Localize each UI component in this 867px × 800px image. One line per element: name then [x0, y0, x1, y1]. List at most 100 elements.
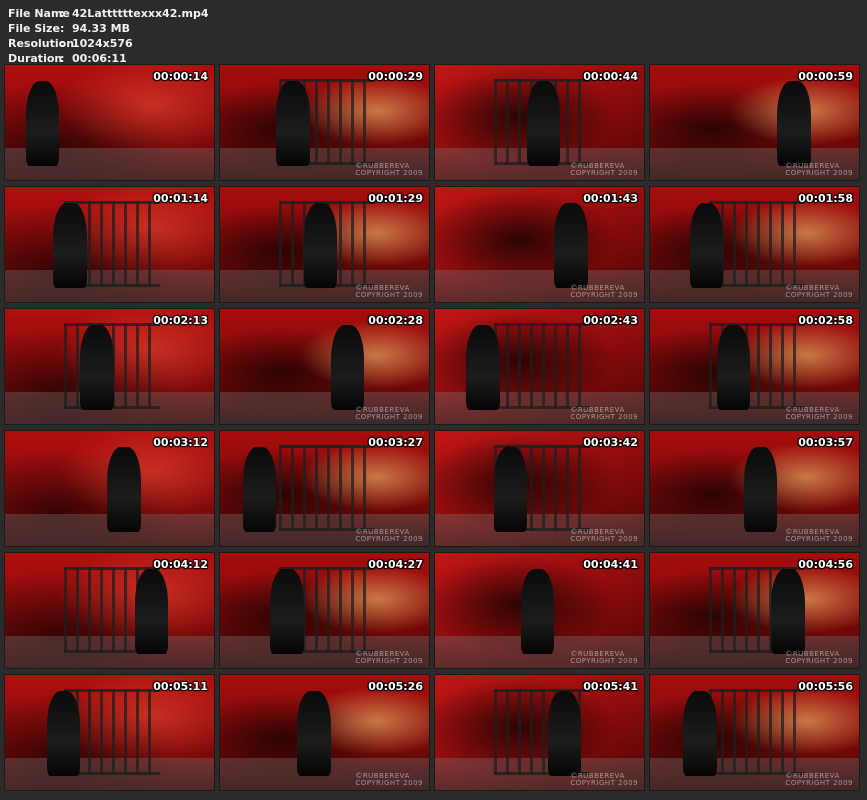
- thumbnail-timestamp: 00:04:27: [368, 558, 423, 571]
- scene-figure: [303, 203, 338, 289]
- video-thumbnail[interactable]: 00:05:41 ©RUBBEREVA COPYRIGHT 2009: [434, 674, 645, 791]
- watermark-copyright: COPYRIGHT 2009: [570, 169, 638, 177]
- resolution-row: Resolution : 1024x576: [8, 36, 209, 51]
- thumbnail-timestamp: 00:02:28: [368, 314, 423, 327]
- scene-figure: [107, 447, 141, 533]
- video-thumbnail[interactable]: 00:04:12: [4, 552, 215, 669]
- scene-figure: [242, 447, 277, 533]
- watermark-copyright: COPYRIGHT 2009: [785, 169, 853, 177]
- watermark-copyright: COPYRIGHT 2009: [570, 779, 638, 787]
- scene-figure: [493, 447, 527, 533]
- video-thumbnail[interactable]: 00:00:14: [4, 64, 215, 181]
- file-info-panel: File Name : 42Lattttttexxx42.mp4 File Si…: [8, 6, 209, 66]
- watermark-copyright: COPYRIGHT 2009: [570, 291, 638, 299]
- video-thumbnail[interactable]: 00:03:27 ©RUBBEREVA COPYRIGHT 2009: [219, 430, 430, 547]
- thumbnail-watermark: ©RUBBEREVA COPYRIGHT 2009: [785, 651, 853, 665]
- watermark-copyright: COPYRIGHT 2009: [785, 779, 853, 787]
- resolution-label: Resolution: [8, 37, 75, 50]
- file-name-separator: :: [60, 7, 65, 20]
- thumbnail-watermark: ©RUBBEREVA COPYRIGHT 2009: [355, 651, 423, 665]
- thumbnail-timestamp: 00:00:59: [798, 70, 853, 83]
- watermark-copyright: COPYRIGHT 2009: [570, 413, 638, 421]
- scene-figure: [134, 569, 169, 655]
- watermark-copyright: COPYRIGHT 2009: [785, 291, 853, 299]
- thumbnail-timestamp: 00:04:12: [153, 558, 208, 571]
- thumbnail-grid: 00:00:14 00:00:29 ©RUBBEREVA COPYRIGHT 2009…: [4, 64, 866, 798]
- thumbnail-watermark: ©RUBBEREVA COPYRIGHT 2009: [355, 285, 423, 299]
- video-thumbnail[interactable]: 00:04:27 ©RUBBEREVA COPYRIGHT 2009: [219, 552, 430, 669]
- video-thumbnail[interactable]: 00:03:57 ©RUBBEREVA COPYRIGHT 2009: [649, 430, 860, 547]
- thumbnail-watermark: ©RUBBEREVA COPYRIGHT 2009: [570, 773, 638, 787]
- resolution-separator: :: [60, 37, 65, 50]
- thumbnail-timestamp: 00:00:29: [368, 70, 423, 83]
- thumbnail-watermark: ©RUBBEREVA COPYRIGHT 2009: [785, 163, 853, 177]
- video-thumbnail[interactable]: 00:01:43 ©RUBBEREVA COPYRIGHT 2009: [434, 186, 645, 303]
- file-size-label: File Size: [8, 22, 60, 35]
- scene-figure: [25, 81, 60, 167]
- cage-bars: [278, 444, 375, 532]
- thumbnail-timestamp: 00:02:43: [583, 314, 638, 327]
- video-thumbnail[interactable]: 00:05:56 ©RUBBEREVA COPYRIGHT 2009: [649, 674, 860, 791]
- file-size-separator: :: [60, 22, 65, 35]
- watermark-copyright: COPYRIGHT 2009: [785, 657, 853, 665]
- video-thumbnail[interactable]: 00:01:58 ©RUBBEREVA COPYRIGHT 2009: [649, 186, 860, 303]
- watermark-copyright: COPYRIGHT 2009: [355, 657, 423, 665]
- scene-figure: [777, 81, 811, 167]
- video-thumbnail[interactable]: 00:02:13: [4, 308, 215, 425]
- thumbnail-watermark: ©RUBBEREVA COPYRIGHT 2009: [355, 407, 423, 421]
- file-name-label: File Name: [8, 7, 70, 20]
- video-thumbnail[interactable]: 00:02:28 ©RUBBEREVA COPYRIGHT 2009: [219, 308, 430, 425]
- watermark-copyright: COPYRIGHT 2009: [355, 291, 423, 299]
- thumbnail-timestamp: 00:05:41: [583, 680, 638, 693]
- thumbnail-watermark: ©RUBBEREVA COPYRIGHT 2009: [570, 651, 638, 665]
- thumbnail-timestamp: 00:01:43: [583, 192, 638, 205]
- watermark-copyright: COPYRIGHT 2009: [785, 535, 853, 543]
- video-thumbnail[interactable]: 00:05:11: [4, 674, 215, 791]
- watermark-copyright: COPYRIGHT 2009: [355, 169, 423, 177]
- thumbnail-timestamp: 00:04:56: [798, 558, 853, 571]
- video-thumbnail[interactable]: 00:04:41 ©RUBBEREVA COPYRIGHT 2009: [434, 552, 645, 669]
- scene-figure: [297, 691, 331, 777]
- video-thumbnail[interactable]: 00:02:58 ©RUBBEREVA COPYRIGHT 2009: [649, 308, 860, 425]
- video-thumbnail[interactable]: 00:04:56 ©RUBBEREVA COPYRIGHT 2009: [649, 552, 860, 669]
- watermark-copyright: COPYRIGHT 2009: [570, 535, 638, 543]
- watermark-copyright: COPYRIGHT 2009: [355, 413, 423, 421]
- thumbnail-watermark: ©RUBBEREVA COPYRIGHT 2009: [785, 529, 853, 543]
- scene-figure: [276, 81, 310, 167]
- scene-figure: [526, 81, 561, 167]
- scene-figure: [683, 691, 717, 777]
- thumbnail-timestamp: 00:03:57: [798, 436, 853, 449]
- thumbnail-timestamp: 00:05:56: [798, 680, 853, 693]
- cage-bars: [708, 688, 805, 776]
- thumbnail-watermark: ©RUBBEREVA COPYRIGHT 2009: [785, 773, 853, 787]
- scene-figure: [547, 691, 582, 777]
- thumbnail-watermark: ©RUBBEREVA COPYRIGHT 2009: [355, 529, 423, 543]
- thumbnail-timestamp: 00:03:42: [583, 436, 638, 449]
- scene-figure: [520, 569, 555, 655]
- scene-figure: [270, 569, 304, 655]
- video-thumbnail[interactable]: 00:00:59 ©RUBBEREVA COPYRIGHT 2009: [649, 64, 860, 181]
- video-thumbnail[interactable]: 00:00:29 ©RUBBEREVA COPYRIGHT 2009: [219, 64, 430, 181]
- thumbnail-timestamp: 00:05:26: [368, 680, 423, 693]
- thumbnail-timestamp: 00:03:12: [153, 436, 208, 449]
- video-thumbnail[interactable]: 00:00:44 ©RUBBEREVA COPYRIGHT 2009: [434, 64, 645, 181]
- thumbnail-timestamp: 00:05:11: [153, 680, 208, 693]
- scene-figure: [330, 325, 365, 411]
- thumbnail-timestamp: 00:00:44: [583, 70, 638, 83]
- scene-figure: [716, 325, 751, 411]
- thumbnail-timestamp: 00:02:58: [798, 314, 853, 327]
- video-thumbnail[interactable]: 00:05:26 ©RUBBEREVA COPYRIGHT 2009: [219, 674, 430, 791]
- thumbnail-timestamp: 00:04:41: [583, 558, 638, 571]
- scene-figure: [689, 203, 724, 289]
- scene-figure: [80, 325, 114, 411]
- thumbnail-watermark: ©RUBBEREVA COPYRIGHT 2009: [355, 773, 423, 787]
- watermark-copyright: COPYRIGHT 2009: [355, 779, 423, 787]
- thumbnail-watermark: ©RUBBEREVA COPYRIGHT 2009: [355, 163, 423, 177]
- thumbnail-watermark: ©RUBBEREVA COPYRIGHT 2009: [570, 285, 638, 299]
- video-thumbnail[interactable]: 00:02:43 ©RUBBEREVA COPYRIGHT 2009: [434, 308, 645, 425]
- video-thumbnail[interactable]: 00:03:12: [4, 430, 215, 547]
- file-name-row: File Name : 42Lattttttexxx42.mp4: [8, 6, 209, 21]
- video-thumbnail[interactable]: 00:01:29 ©RUBBEREVA COPYRIGHT 2009: [219, 186, 430, 303]
- video-thumbnail[interactable]: 00:03:42 ©RUBBEREVA COPYRIGHT 2009: [434, 430, 645, 547]
- video-thumbnail[interactable]: 00:01:14: [4, 186, 215, 303]
